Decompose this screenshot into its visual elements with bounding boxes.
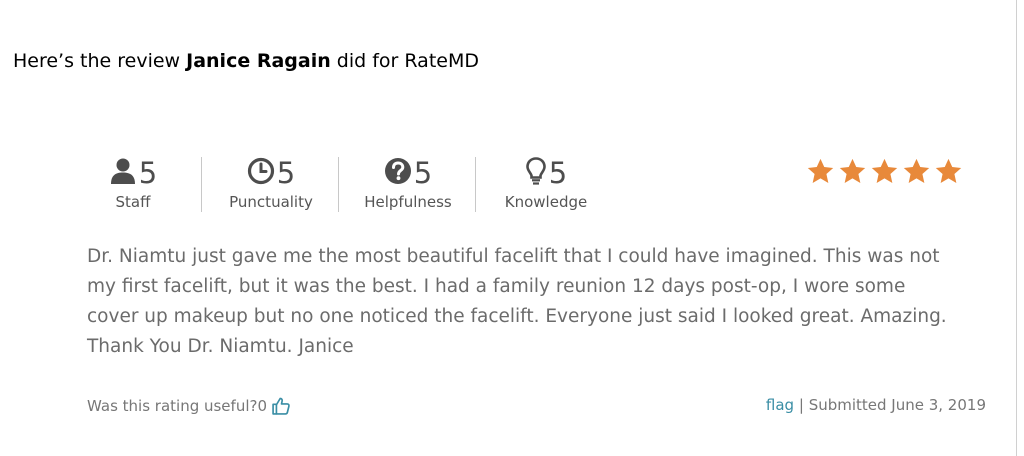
reviewer-name: Janice Ragain [186,50,331,72]
star-icon [807,158,834,183]
thumbs-up-icon[interactable] [271,396,291,416]
review-line: my first facelift, but it was the best. … [87,276,906,297]
review-line: Thank You Dr. Niamtu. Janice [87,336,354,357]
useful-label: Was this rating useful? [87,397,258,415]
page-edge-rule [1016,0,1017,456]
helpfulness-score: 5 [413,156,433,190]
rating-divider [338,157,339,212]
star-rating [806,157,966,186]
review-text: Dr. Niamtu just gave me the most beautif… [87,242,987,362]
knowledge-label: Knowledge [504,193,588,211]
footer-divider: | [794,396,809,414]
staff-score: 5 [138,156,158,190]
star-icon [903,158,930,183]
person-icon [109,157,137,190]
star-icon [839,158,866,183]
rating-divider [475,157,476,212]
intro-prefix: Here’s the review [13,50,187,72]
rating-staff: 5 Staff [104,156,162,216]
star-icon [935,158,962,183]
helpfulness-label: Helpfulness [364,193,452,211]
question-icon [384,157,412,190]
rating-helpfulness: 5 Helpfulness [360,156,456,216]
punctuality-label: Punctuality [229,193,313,211]
rating-knowledge: 5 Knowledge [500,156,592,216]
review-line: cover up makeup but no one noticed the f… [87,306,947,327]
clock-icon [247,157,275,190]
useful-count: 0 [257,397,268,415]
flag-link[interactable]: flag [766,396,794,414]
submitted-date: Submitted June 3, 2019 [808,396,986,414]
rating-divider [201,157,202,212]
intro-suffix: did for RateMD [330,50,479,72]
staff-label: Staff [115,193,151,211]
punctuality-score: 5 [276,156,296,190]
knowledge-score: 5 [548,156,568,190]
rating-punctuality: 5 Punctuality [226,156,316,216]
star-icon [871,158,898,183]
useful-prompt: Was this rating useful? 0 [87,396,291,416]
lightbulb-icon [525,156,547,191]
submission-info: flag | Submitted June 3, 2019 [766,396,986,414]
intro-text: Here’s the review Janice Ragain did for … [13,50,479,72]
review-line: Dr. Niamtu just gave me the most beautif… [87,246,940,267]
